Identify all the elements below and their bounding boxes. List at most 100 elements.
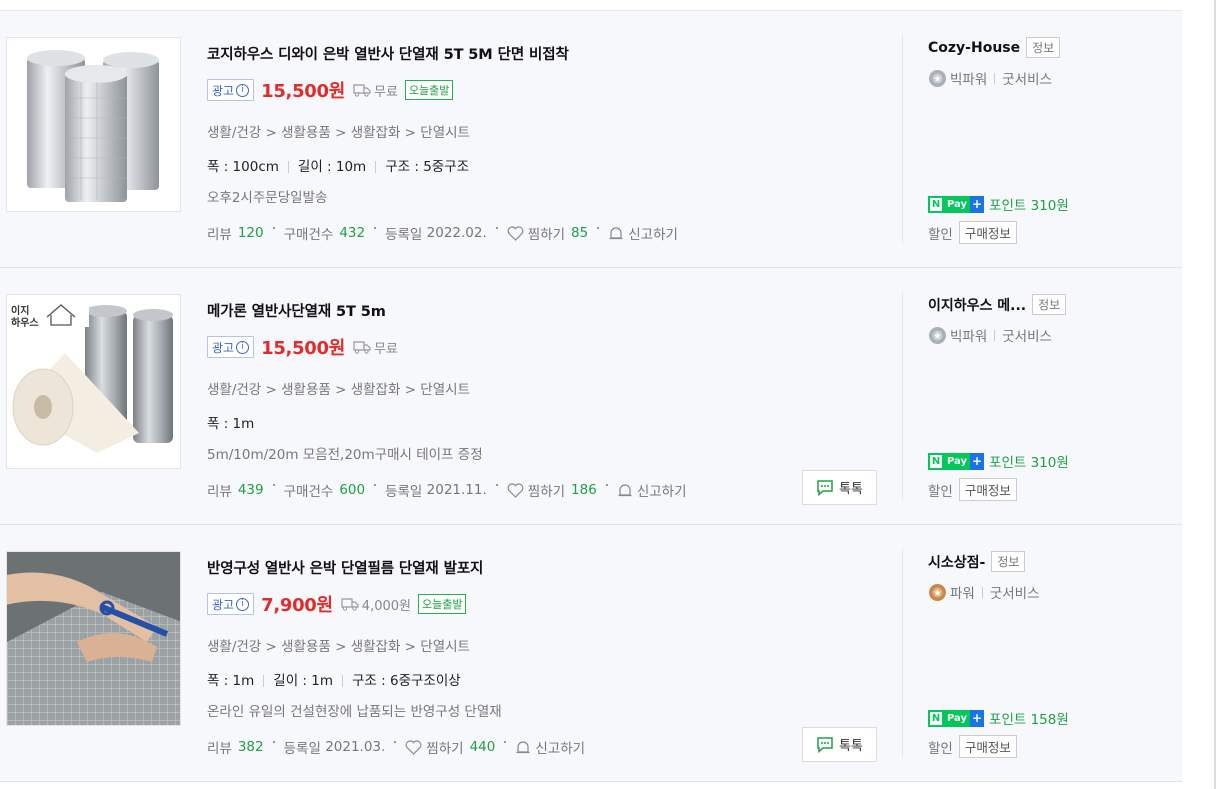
- npay-plus-logo: N Pay +: [928, 452, 985, 470]
- purchase-info-button[interactable]: 구매정보: [958, 735, 1017, 758]
- ad-label: 광고: [212, 597, 235, 612]
- shipping-info: 무료: [353, 81, 398, 100]
- service-label: 굿서비스: [1002, 72, 1052, 88]
- talktalk-button[interactable]: 톡톡: [802, 727, 877, 762]
- product-info: 반영구성 열반사 은박 단열필름 단열재 발포지 광고 i 7,900원 4,00…: [207, 525, 897, 781]
- product-specs: 폭 : 100cm 길이 : 10m 구조 : 5중구조: [207, 155, 469, 175]
- service-label: 굿서비스: [989, 586, 1040, 602]
- spec-structure: 구조 : 6중구조이상: [352, 673, 461, 689]
- npay-points: N Pay + 포인트 158원: [928, 708, 1069, 728]
- product-thumbnail[interactable]: 이지 하우스: [6, 294, 181, 469]
- registration-date: 등록일 2021.03.: [284, 737, 386, 757]
- seller-name[interactable]: 시소상점-: [928, 552, 985, 572]
- seller-info-button[interactable]: 정보: [1032, 294, 1067, 315]
- divider: [902, 549, 903, 757]
- product-price: 7,900원: [261, 595, 333, 616]
- ad-badge[interactable]: 광고 i: [207, 593, 255, 615]
- seller-name-row: Cozy-House 정보: [928, 37, 1178, 58]
- review-link[interactable]: 리뷰 439: [207, 480, 264, 500]
- product-list: 코지하우스 디와이 은박 열반사 단열재 5T 5M 단면 비접착 광고 i 15…: [0, 10, 1182, 782]
- product-title[interactable]: 반영구성 열반사 은박 단열필름 단열재 발포지: [207, 557, 483, 578]
- review-count: 120: [237, 225, 264, 241]
- purchase-number: 432: [339, 225, 366, 241]
- divider: [272, 227, 275, 229]
- report-button[interactable]: 신고하기: [608, 223, 678, 243]
- ad-badge[interactable]: 광고 i: [207, 79, 255, 101]
- purchase-label: 구매건수: [283, 227, 334, 243]
- shipping-info: 4,000원: [341, 595, 411, 614]
- category-breadcrumb[interactable]: 생활/건강 > 생활용품 > 생활잡화 > 단열시트: [207, 378, 470, 398]
- seller-name[interactable]: Cozy-House: [928, 40, 1020, 56]
- svg-text:하우스: 하우스: [11, 316, 39, 329]
- spec-structure: 구조 : 5중구조: [385, 159, 470, 175]
- today-shipping-badge: 오늘출발: [404, 80, 454, 100]
- discount-label: 할인: [928, 740, 953, 757]
- info-icon: i: [236, 597, 250, 611]
- price-row: 광고 i 15,500원 무료 오늘출발: [207, 77, 454, 103]
- reg-date: 2022.02.: [426, 225, 487, 241]
- seller-info-button[interactable]: 정보: [991, 551, 1026, 572]
- review-link[interactable]: 리뷰 120: [207, 223, 264, 243]
- talktalk-label: 톡톡: [839, 739, 863, 754]
- spec-width: 폭 : 100cm: [207, 159, 279, 175]
- zzim-count: 186: [571, 482, 597, 498]
- seller-name[interactable]: 이지하우스 메...: [928, 295, 1026, 315]
- purchase-label: 구매건수: [283, 484, 334, 500]
- seller-grade-label: 빅파워: [950, 329, 988, 345]
- talktalk-button[interactable]: 톡톡: [802, 470, 877, 505]
- ad-badge[interactable]: 광고 i: [207, 336, 255, 358]
- seller-name-row: 이지하우스 메... 정보: [928, 294, 1178, 315]
- divider: [597, 227, 600, 229]
- category-breadcrumb[interactable]: 생활/건강 > 생활용품 > 생활잡화 > 단열시트: [207, 635, 470, 655]
- spec-width: 폭 : 1m: [207, 673, 255, 689]
- info-icon: i: [236, 340, 250, 354]
- spec-length: 길이 : 10m: [297, 159, 367, 175]
- price-row: 광고 i 7,900원 4,000원 오늘출발: [207, 591, 467, 617]
- seller-info-button[interactable]: 정보: [1026, 37, 1061, 58]
- review-link[interactable]: 리뷰 382: [207, 737, 264, 757]
- divider: [994, 329, 996, 341]
- product-meta: 리뷰 120 구매건수 432 등록일 2022.02. 찜하기 85 신고하기: [207, 223, 678, 243]
- report-button[interactable]: 신고하기: [515, 737, 585, 757]
- report-button[interactable]: 신고하기: [617, 480, 687, 500]
- product-price: 15,500원: [261, 338, 346, 359]
- divider: [495, 227, 498, 229]
- info-icon: i: [236, 83, 250, 97]
- divider: [981, 586, 983, 598]
- zzim-label: 찜하기: [527, 484, 566, 500]
- purchase-info-button[interactable]: 구매정보: [958, 221, 1017, 244]
- ad-label: 광고: [212, 83, 235, 98]
- product-title[interactable]: 메가론 열반사단열재 5T 5m: [207, 300, 386, 321]
- zzim-label: 찜하기: [426, 741, 464, 757]
- product-thumbnail[interactable]: [6, 37, 181, 212]
- product-thumbnail[interactable]: [6, 551, 181, 726]
- review-label: 리뷰: [207, 741, 232, 757]
- reg-label: 등록일: [385, 484, 423, 500]
- seller-info: 시소상점- 정보 파워 굿서비스: [928, 551, 1178, 602]
- purchase-number: 600: [339, 482, 366, 498]
- zzim-button[interactable]: 찜하기 186: [507, 480, 597, 500]
- category-breadcrumb[interactable]: 생활/건강 > 생활용품 > 생활잡화 > 단열시트: [207, 121, 470, 141]
- spec-width: 폭 : 1m: [207, 416, 255, 432]
- seller-grade: 빅파워 굿서비스: [928, 68, 1178, 88]
- svg-text:이지: 이지: [11, 304, 29, 317]
- scrollbar[interactable]: [1214, 0, 1216, 789]
- report-label: 신고하기: [535, 741, 586, 757]
- points-text: 포인트 310원: [989, 198, 1069, 214]
- divider: [375, 161, 377, 173]
- divider: [495, 484, 498, 486]
- npay-points: N Pay + 포인트 310원: [928, 451, 1069, 471]
- divider: [902, 292, 903, 500]
- zzim-button[interactable]: 찜하기 440: [405, 737, 495, 757]
- shipping-fee: 4,000원: [361, 598, 411, 614]
- product-item: 반영구성 열반사 은박 단열필름 단열재 발포지 광고 i 7,900원 4,00…: [0, 525, 1182, 782]
- product-description: 5m/10m/20m 모음전,20m구매시 테이프 증정: [207, 447, 483, 463]
- bell-icon: [516, 740, 530, 753]
- npay-plus-logo: N Pay +: [928, 195, 985, 213]
- product-price: 15,500원: [261, 81, 346, 102]
- product-title[interactable]: 코지하우스 디와이 은박 열반사 단열재 5T 5M 단면 비접착: [207, 43, 569, 64]
- divider: [342, 675, 344, 687]
- purchase-info-button[interactable]: 구매정보: [958, 478, 1017, 501]
- divider: [272, 741, 275, 743]
- zzim-button[interactable]: 찜하기 85: [507, 223, 588, 243]
